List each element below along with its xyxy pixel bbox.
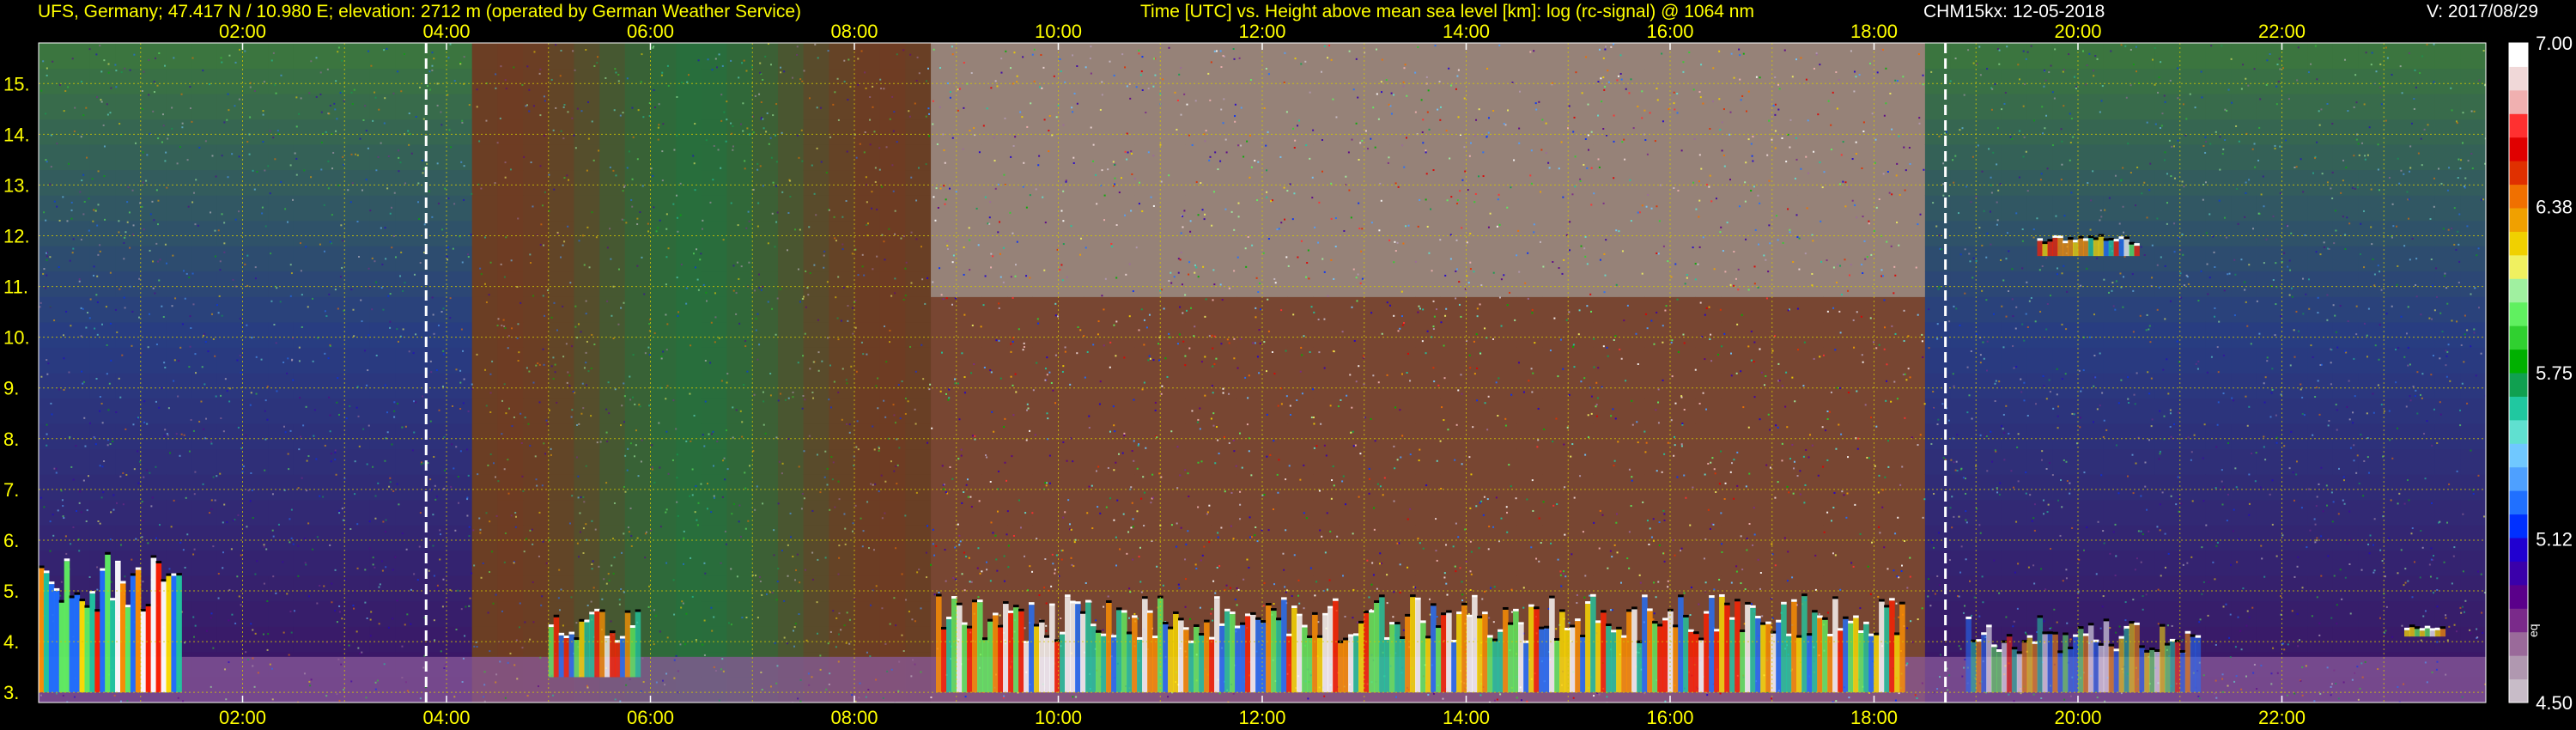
colorbar-cells <box>2508 42 2529 703</box>
colorbar-cell <box>2509 89 2528 114</box>
colorbar-cell <box>2509 608 2528 633</box>
colorbar-cell <box>2509 561 2528 586</box>
colorbar-cell <box>2509 538 2528 562</box>
x-tick-label-top: 10:00 <box>1035 21 1082 42</box>
colorbar-cell <box>2509 466 2528 491</box>
colorbar-cell <box>2509 184 2528 209</box>
chart-title: Time [UTC] vs. Height above mean sea lev… <box>1140 2 1754 21</box>
colorbar-cell <box>2509 325 2528 350</box>
x-tick-label-top: 16:00 <box>1646 21 1693 42</box>
x-tick-label-bottom: 02:00 <box>219 707 266 728</box>
x-tick-label-top: 06:00 <box>627 21 674 42</box>
x-tick-label-top: 04:00 <box>422 21 470 42</box>
y-tick-label: 13. <box>3 174 30 196</box>
colorbar-cell <box>2509 443 2528 468</box>
y-tick-label: 6. <box>3 530 19 551</box>
x-tick-label-top: 22:00 <box>2258 21 2306 42</box>
y-tick-label: 4. <box>3 631 19 653</box>
colorbar-labels: 7.00 6.38 5.75 5.12 4.50 <box>2536 33 2573 714</box>
x-tick-label-bottom: 06:00 <box>627 707 674 728</box>
instrument-date: CHM15kx: 12-05-2018 <box>1923 2 2105 21</box>
x-tick-label-top: 02:00 <box>219 21 266 42</box>
x-tick-label-bottom: 12:00 <box>1238 707 1285 728</box>
colorbar-cell <box>2509 43 2528 67</box>
colorbar-tick-label: 5.75 <box>2536 362 2573 384</box>
colorbar-tick-label: 7.00 <box>2536 33 2573 54</box>
x-tick-label-top: 08:00 <box>830 21 878 42</box>
colorbar-cell <box>2509 373 2528 397</box>
colorbar-cell <box>2509 278 2528 303</box>
cloud-layer <box>2037 234 2140 257</box>
colorbar-cell <box>2509 419 2528 444</box>
colorbar-cell <box>2509 396 2528 421</box>
colorbar-cell <box>2509 254 2528 279</box>
y-tick-label: 9. <box>3 378 19 399</box>
colorbar-cell <box>2509 655 2528 680</box>
colorbar-cell <box>2509 678 2528 703</box>
y-axis: 3. 4. 5. 6. 7. 8. 9. 10. 11. 12. 13. 14. 15. <box>3 73 30 703</box>
colorbar: 7.00 6.38 5.75 5.12 4.50 eq <box>2508 33 2573 714</box>
colorbar-cell <box>2509 161 2528 186</box>
y-tick-label: 14. <box>3 124 30 145</box>
colorbar-cell <box>2509 301 2528 326</box>
y-tick-label: 10. <box>3 327 30 349</box>
colorbar-eq-label: eq <box>2526 624 2540 637</box>
y-tick-label: 12. <box>3 225 30 246</box>
x-tick-label-top: 12:00 <box>1238 21 1285 42</box>
colorbar-cell <box>2509 208 2528 232</box>
colorbar-cell <box>2509 584 2528 609</box>
station-info: UFS, Germany; 47.417 N / 10.980 E; eleva… <box>38 2 801 21</box>
y-tick-label: 7. <box>3 479 19 501</box>
x-tick-label-bottom: 16:00 <box>1646 707 1693 728</box>
colorbar-cell <box>2509 490 2528 515</box>
x-tick-label-bottom: 20:00 <box>2054 707 2101 728</box>
colorbar-cell <box>2509 113 2528 138</box>
colorbar-tick-label: 6.38 <box>2536 196 2573 217</box>
plot-area <box>38 42 2487 703</box>
colorbar-tick-label: 5.12 <box>2536 529 2573 551</box>
x-tick-label-bottom: 08:00 <box>830 707 878 728</box>
colorbar-cell <box>2509 66 2528 91</box>
colorbar-tick-label: 4.50 <box>2536 692 2573 714</box>
colorbar-cell <box>2509 137 2528 161</box>
x-tick-label-top: 18:00 <box>1850 21 1898 42</box>
y-tick-label: 15. <box>3 73 30 94</box>
colorbar-cell <box>2509 349 2528 374</box>
x-tick-label-bottom: 18:00 <box>1850 707 1898 728</box>
y-tick-label: 3. <box>3 682 19 703</box>
x-tick-label-top: 14:00 <box>1443 21 1490 42</box>
colorbar-cell <box>2509 231 2528 256</box>
y-tick-label: 5. <box>3 581 19 602</box>
x-tick-label-bottom: 10:00 <box>1035 707 1082 728</box>
colorbar-cell <box>2509 514 2528 538</box>
colorbar-cell <box>2509 631 2528 656</box>
version-label: V: 2017/08/29 <box>2427 2 2538 21</box>
x-tick-label-bottom: 04:00 <box>422 707 470 728</box>
x-tick-label-top: 20:00 <box>2054 21 2101 42</box>
ceilometer-chart: UFS, Germany; 47.417 N / 10.980 E; eleva… <box>3 2 2573 728</box>
y-tick-label: 11. <box>3 277 28 298</box>
x-tick-label-bottom: 22:00 <box>2258 707 2306 728</box>
x-tick-label-bottom: 14:00 <box>1443 707 1490 728</box>
y-tick-label: 8. <box>3 429 19 450</box>
